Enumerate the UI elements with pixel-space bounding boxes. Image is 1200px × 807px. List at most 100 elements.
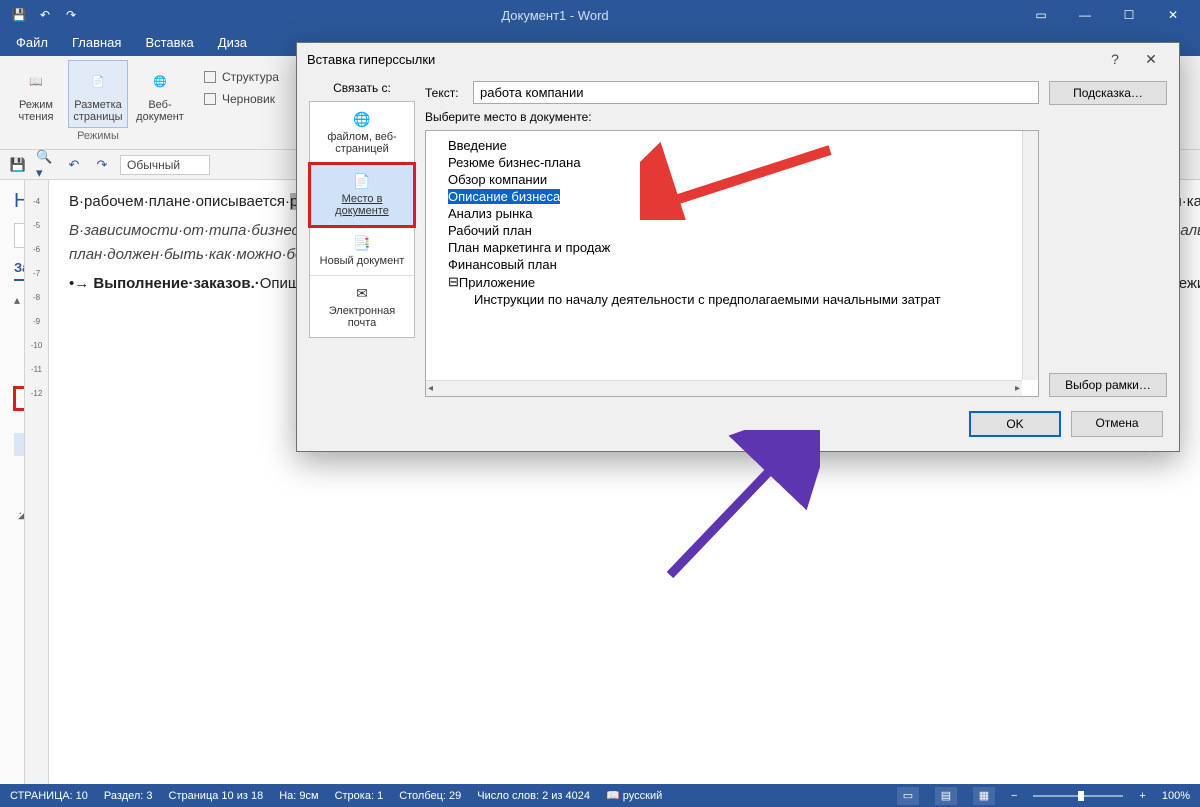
tab-design[interactable]: Диза (206, 31, 259, 56)
nav-item[interactable]: ◢Приложение (14, 502, 25, 525)
tree-item-label: Анализ рынка (448, 206, 532, 221)
web-layout-button[interactable]: 🌐 Веб- документ (130, 60, 190, 128)
window-title: Документ1 - Word (90, 8, 1020, 23)
new-doc-icon: 📑 (352, 234, 372, 252)
tree-item[interactable]: Финансовый план (442, 256, 1034, 273)
bullet-icon: •→ (69, 275, 93, 292)
tree-item[interactable]: План маркетинга и продаж (442, 239, 1034, 256)
zoom-out-icon[interactable]: − (1011, 790, 1017, 802)
tab-insert[interactable]: Вставка (133, 31, 205, 56)
tree-item[interactable]: Описание бизнеса (442, 188, 1034, 205)
ruler-tick: -11 (25, 358, 48, 382)
tree-horizontal-scrollbar[interactable]: ◂▸ (426, 380, 1022, 396)
status-lang[interactable]: 📖 русский (606, 789, 662, 802)
ruler-tick: -9 (25, 310, 48, 334)
status-column[interactable]: Столбец: 29 (399, 790, 461, 802)
status-line[interactable]: Строка: 1 (335, 790, 384, 802)
tab-file[interactable]: Файл (4, 31, 60, 56)
tree-item-label: Описание бизнеса (448, 189, 560, 204)
close-icon[interactable]: ✕ (1152, 3, 1194, 27)
nav-item[interactable]: 7. Финансовый план (14, 479, 25, 502)
ribbon-options-icon[interactable]: ▭ (1020, 3, 1062, 27)
nav-item[interactable]: Инструкция для начала работы по пр… (14, 548, 25, 571)
reading-mode-label: Режим чтения (19, 99, 54, 123)
page-layout-label: Разметка страницы (73, 99, 122, 123)
maximize-icon[interactable]: ☐ (1108, 3, 1150, 27)
cancel-button[interactable]: Отмена (1071, 411, 1163, 437)
link-to-email[interactable]: ✉Электронная почта (310, 276, 414, 337)
zoom-value[interactable]: 100% (1162, 790, 1190, 802)
draft-button[interactable]: Черновик (200, 88, 279, 110)
nav-tab-headings[interactable]: Заголовки (14, 260, 25, 281)
dialog-middle-panel: Текст: Выберите место в документе: Введе… (425, 81, 1039, 397)
dialog-help-icon[interactable]: ? (1097, 47, 1133, 71)
title-bar: 💾 ↶ ↷ Документ1 - Word ▭ — ☐ ✕ (0, 0, 1200, 30)
nav-item[interactable]: 3. Описание бизнеса (14, 387, 25, 410)
structure-label: Структура (222, 70, 279, 84)
page-layout-button[interactable]: 📄 Разметка страницы (68, 60, 128, 128)
status-words[interactable]: Число слов: 2 из 4024 (477, 790, 590, 802)
link-to-file-web[interactable]: 🌐файлом, веб- страницей (310, 102, 414, 164)
zoom-in-icon[interactable]: + (1139, 790, 1145, 802)
status-page[interactable]: СТРАНИЦА: 10 (10, 790, 88, 802)
text-run-bold: Выполнение·заказов.· (93, 275, 259, 292)
tree-item[interactable]: Введение (442, 137, 1034, 154)
ruler-tick: -6 (25, 238, 48, 262)
reading-mode-button[interactable]: 📖 Режим чтения (6, 60, 66, 128)
nav-item[interactable]: 4. Анализ рынка (14, 410, 25, 433)
save-icon[interactable]: 💾 (8, 155, 28, 175)
nav-item[interactable]: 2. Обзор компании (14, 364, 25, 387)
status-at[interactable]: На: 9см (279, 790, 318, 802)
tree-item[interactable]: ⊟ Приложение (442, 273, 1034, 291)
ruler-tick: -5 (25, 214, 48, 238)
tree-item[interactable]: Инструкции по началу деятельности с пред… (442, 291, 1034, 308)
nav-item[interactable]: 5. Рабочий план (14, 433, 25, 456)
link-to-new-doc[interactable]: 📑 Новый документ (310, 226, 414, 276)
view-web-icon[interactable]: ▦ (973, 787, 995, 805)
ruler-tick: -4 (25, 190, 48, 214)
tree-vertical-scrollbar[interactable] (1022, 131, 1038, 380)
dialog-close-icon[interactable]: ✕ (1133, 47, 1169, 71)
view-print-icon[interactable]: ▤ (935, 787, 957, 805)
tree-item[interactable]: Рабочий план (442, 222, 1034, 239)
nav-item[interactable]: Инструкции по началу деятельности с… (14, 525, 25, 548)
tree-item-label: План маркетинга и продаж (448, 240, 610, 255)
link-to-new-doc-label: Новый документ (320, 255, 405, 267)
tab-home[interactable]: Главная (60, 31, 133, 56)
ok-button[interactable]: OK (969, 411, 1061, 437)
place-in-doc-tree[interactable]: ВведениеРезюме бизнес-планаОбзор компани… (425, 130, 1039, 397)
style-selector[interactable]: Обычный (120, 155, 210, 175)
zoom-slider[interactable] (1033, 795, 1123, 797)
link-to-place-in-doc[interactable]: 📄Место в документе (310, 164, 414, 226)
tree-item[interactable]: Обзор компании (442, 171, 1034, 188)
dialog-titlebar: Вставка гиперссылки ? ✕ (297, 43, 1179, 75)
status-page-of[interactable]: Страница 10 из 18 (169, 790, 264, 802)
style-value: Обычный (127, 158, 180, 172)
tree-item[interactable]: Анализ рынка (442, 205, 1034, 222)
display-text-input[interactable] (473, 81, 1039, 104)
link-to-place-label: Место в документе (335, 193, 389, 217)
structure-button[interactable]: Структура (200, 66, 283, 88)
dialog-right-panel: Подсказка… Выбор рамки… (1049, 81, 1167, 397)
minimize-icon[interactable]: — (1064, 3, 1106, 27)
web-layout-label: Веб- документ (136, 99, 184, 123)
screentip-button[interactable]: Подсказка… (1049, 81, 1167, 105)
nav-item[interactable]: 1. Резюме бизнес-плана (14, 341, 25, 364)
save-icon[interactable]: 💾 (8, 4, 30, 26)
view-read-icon[interactable]: ▭ (897, 787, 919, 805)
redo-icon[interactable]: ↷ (60, 4, 82, 26)
tree-item[interactable]: Резюме бизнес-плана (442, 154, 1034, 171)
nav-item[interactable]: Введение (14, 318, 25, 341)
target-frame-button[interactable]: Выбор рамки… (1049, 373, 1167, 397)
ribbon-group-extra: Структура Черновик (200, 60, 283, 112)
undo-icon[interactable]: ↶ (64, 155, 84, 175)
find-icon[interactable]: 🔍▾ (36, 155, 56, 175)
nav-item[interactable]: 6. План маркетинга и продаж (14, 456, 25, 479)
redo-icon[interactable]: ↷ (92, 155, 112, 175)
tree-item-label: Рабочий план (448, 223, 532, 238)
status-section[interactable]: Раздел: 3 (104, 790, 153, 802)
ruler-tick: -8 (25, 286, 48, 310)
undo-icon[interactable]: ↶ (34, 4, 56, 26)
link-to-buttons: 🌐файлом, веб- страницей 📄Место в докумен… (309, 101, 415, 338)
navigation-search-input[interactable] (14, 223, 25, 248)
